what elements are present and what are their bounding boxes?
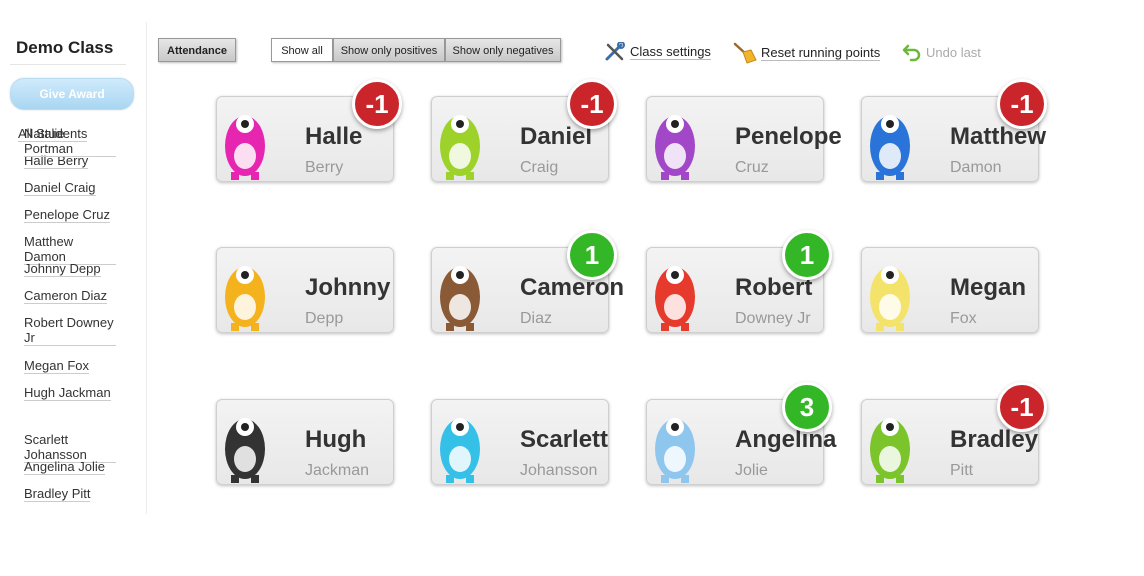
student-last-name: Jolie bbox=[735, 462, 768, 479]
student-card[interactable]: Hugh Jackman bbox=[216, 399, 394, 485]
yellow-orange-monster-icon bbox=[225, 266, 265, 331]
points-badge: -1 bbox=[997, 79, 1047, 129]
student-first-name: Megan bbox=[950, 274, 1027, 301]
reset-points-label: Reset running points bbox=[761, 45, 881, 61]
student-name-link[interactable]: Robert Downey Jr bbox=[24, 315, 116, 346]
blue-monster-icon bbox=[870, 115, 910, 180]
black-monster-icon bbox=[225, 418, 265, 483]
sidebar-student-link[interactable]: Robert Downey Jr bbox=[24, 315, 116, 346]
green-slime-monster-icon bbox=[870, 418, 910, 483]
show-all-button[interactable]: Show all bbox=[271, 38, 333, 62]
student-first-name: Cameron bbox=[520, 274, 625, 301]
class-settings-link[interactable]: Class settings bbox=[604, 42, 711, 62]
student-name-link[interactable]: Bradley Pitt bbox=[24, 486, 91, 502]
give-award-button[interactable]: Give Award bbox=[10, 78, 134, 110]
show-negatives-button[interactable]: Show only negatives bbox=[445, 38, 561, 62]
sidebar: Demo Class Give Award All Students Halle … bbox=[0, 22, 147, 514]
brown-antler-monster-icon bbox=[440, 266, 480, 331]
student-name-link[interactable]: Johnny Depp bbox=[24, 261, 101, 277]
class-settings-label: Class settings bbox=[630, 44, 711, 60]
class-title: Demo Class bbox=[16, 38, 114, 57]
undo-last-link[interactable]: Undo last bbox=[902, 42, 981, 62]
points-badge: 3 bbox=[782, 382, 832, 432]
student-first-name: Matthew bbox=[950, 123, 1046, 150]
student-last-name: Johansson bbox=[520, 462, 598, 479]
student-last-name: Pitt bbox=[950, 462, 974, 479]
sidebar-student-link[interactable]: Natalie Portman bbox=[24, 126, 116, 157]
student-last-name: Damon bbox=[950, 159, 1002, 176]
light-blue-three-eyed-monster-icon bbox=[655, 418, 695, 483]
tools-icon bbox=[605, 42, 625, 61]
student-first-name: Johnny bbox=[305, 274, 391, 301]
sidebar-student-link[interactable]: Angelina Jolie bbox=[24, 459, 105, 475]
yellow-black-monster-icon bbox=[870, 266, 910, 331]
green-cyclops-monster-icon bbox=[440, 115, 480, 180]
student-name-link[interactable]: Cameron Diaz bbox=[24, 288, 108, 304]
undo-last-label: Undo last bbox=[926, 44, 981, 60]
red-monster-icon bbox=[655, 266, 695, 331]
student-name-link[interactable]: Natalie Portman bbox=[24, 126, 116, 157]
student-first-name: Hugh bbox=[305, 426, 367, 453]
student-card[interactable]: Penelope Cruz bbox=[646, 96, 842, 182]
points-badge: -1 bbox=[997, 382, 1047, 432]
student-name-link[interactable]: Angelina Jolie bbox=[24, 459, 105, 475]
student-last-name: Depp bbox=[305, 310, 344, 327]
student-last-name: Jackman bbox=[305, 462, 370, 479]
student-name-link[interactable]: Hugh Jackman bbox=[24, 385, 111, 401]
student-card[interactable]: Scarlett Johansson bbox=[431, 399, 609, 485]
sidebar-student-link[interactable]: Penelope Cruz bbox=[24, 207, 110, 223]
sidebar-student-link[interactable]: Hugh Jackman bbox=[24, 385, 111, 401]
attendance-button[interactable]: Attendance bbox=[158, 38, 236, 62]
student-last-name: Downey Jr bbox=[735, 310, 811, 327]
sidebar-student-link[interactable]: Daniel Craig bbox=[24, 180, 96, 196]
student-name-link[interactable]: Megan Fox bbox=[24, 358, 90, 374]
student-first-name: Daniel bbox=[520, 123, 593, 150]
student-first-name: Halle bbox=[305, 123, 363, 150]
student-name-link[interactable]: Penelope Cruz bbox=[24, 207, 110, 223]
pink-monster-icon bbox=[225, 115, 265, 180]
points-badge: 1 bbox=[782, 230, 832, 280]
points-badge: -1 bbox=[352, 79, 402, 129]
broom-icon bbox=[733, 42, 757, 64]
student-card[interactable]: Johnny Depp bbox=[216, 247, 394, 333]
student-first-name: Scarlett bbox=[520, 426, 609, 453]
student-name-link[interactable]: Daniel Craig bbox=[24, 180, 96, 196]
cyan-fuzzy-monster-icon bbox=[440, 418, 480, 483]
student-last-name: Fox bbox=[950, 310, 977, 327]
student-last-name: Craig bbox=[520, 159, 559, 176]
points-badge: -1 bbox=[567, 79, 617, 129]
reset-points-link[interactable]: Reset running points bbox=[733, 42, 881, 64]
sidebar-student-link[interactable]: Megan Fox bbox=[24, 358, 90, 374]
student-last-name: Diaz bbox=[520, 310, 553, 327]
divider bbox=[10, 64, 126, 65]
student-card[interactable]: Megan Fox bbox=[861, 247, 1039, 333]
student-first-name: Penelope bbox=[735, 123, 842, 150]
student-first-name: Angelina bbox=[735, 426, 837, 453]
sidebar-student-link[interactable]: Bradley Pitt bbox=[24, 486, 91, 502]
points-badge: 1 bbox=[567, 230, 617, 280]
student-last-name: Cruz bbox=[735, 159, 769, 176]
undo-arrow-icon bbox=[902, 44, 921, 62]
sidebar-student-link[interactable]: Cameron Diaz bbox=[24, 288, 108, 304]
show-positives-button[interactable]: Show only positives bbox=[333, 38, 445, 62]
sidebar-student-link[interactable]: Johnny Depp bbox=[24, 261, 101, 277]
student-last-name: Berry bbox=[305, 159, 344, 176]
purple-furry-monster-icon bbox=[655, 115, 695, 180]
